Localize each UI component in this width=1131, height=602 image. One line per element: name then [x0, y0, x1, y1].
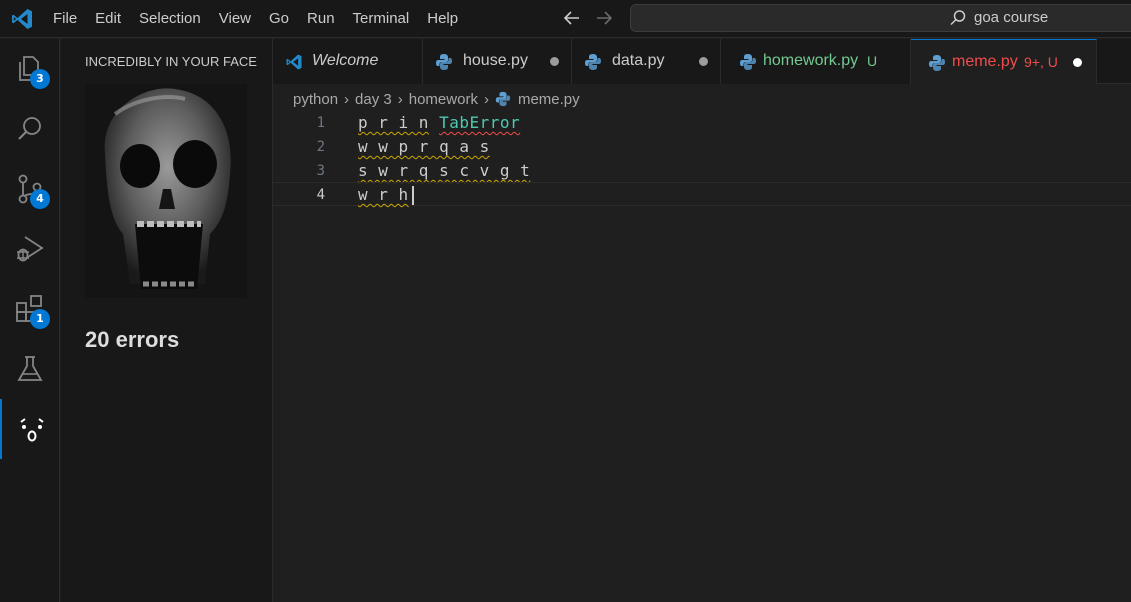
tab-meme-py[interactable]: meme.py 9+, U — [911, 39, 1097, 84]
sidebar: INCREDIBLY IN YOUR FACE 20 errors — [61, 39, 273, 602]
tab-data-py[interactable]: data.py — [572, 39, 721, 84]
flask-icon — [17, 356, 43, 381]
line-number: 1 — [316, 115, 325, 131]
testing-button[interactable] — [0, 339, 60, 399]
back-arrow-icon[interactable] — [561, 7, 583, 29]
python-icon — [929, 55, 945, 71]
tab-welcome[interactable]: Welcome — [273, 39, 423, 84]
code-editor[interactable]: 1 p r i n TabError 2 w w p r q a s 3 s w… — [273, 110, 1131, 602]
tab-label: house.py — [463, 52, 528, 69]
search-text: goa course — [974, 9, 1049, 26]
code-text[interactable]: s w r q s c v g t — [358, 159, 530, 183]
code-token-warning: s w r q s c v g t — [358, 161, 531, 180]
vscode-logo-icon[interactable] — [10, 7, 34, 31]
code-text[interactable]: w w p r q a s — [358, 135, 490, 159]
tab-label: homework.py — [763, 52, 859, 69]
breadcrumb-homework[interactable]: homework — [409, 91, 478, 108]
chevron-right-icon: › — [483, 90, 489, 108]
python-icon — [436, 54, 452, 70]
menu-run[interactable]: Run — [298, 0, 344, 38]
menu-view[interactable]: View — [210, 0, 260, 38]
title-bar: File Edit Selection View Go Run Terminal… — [0, 0, 1131, 38]
vscode-logo-icon — [286, 54, 302, 70]
meme-extension-button[interactable] — [0, 399, 60, 459]
run-debug-icon — [17, 236, 44, 262]
menu-selection[interactable]: Selection — [130, 0, 210, 38]
code-line[interactable]: 1 p r i n TabError — [273, 111, 1131, 135]
menu-help[interactable]: Help — [418, 0, 467, 38]
tab-house-py[interactable]: house.py — [423, 39, 572, 84]
text-cursor — [411, 186, 414, 205]
search-icon — [950, 10, 966, 26]
extensions-button[interactable]: 1 — [0, 279, 60, 339]
python-icon — [585, 54, 601, 70]
breadcrumb: python › day 3 › homework › meme.py — [293, 88, 580, 110]
magnifier-icon — [18, 117, 41, 140]
tab-problem-status: 9+, U — [1024, 54, 1058, 70]
source-control-button[interactable]: 4 — [0, 159, 60, 219]
code-text[interactable]: p r i n TabError — [358, 111, 520, 135]
editor-tabs: Welcome house.py data.py homework.py U m… — [273, 39, 1131, 84]
menu-go[interactable]: Go — [260, 0, 298, 38]
activity-bar: 3 4 1 — [0, 39, 60, 602]
code-token-error: TabError — [439, 113, 521, 132]
tab-label: data.py — [612, 52, 665, 69]
code-token-warning: w w p r q a s — [358, 137, 490, 156]
explorer-button[interactable]: 3 — [0, 39, 60, 99]
tab-git-status: U — [867, 53, 878, 69]
unsaved-dot-icon[interactable] — [1073, 58, 1082, 67]
search-button[interactable] — [0, 99, 60, 159]
tab-label: meme.py — [952, 53, 1018, 70]
python-icon — [740, 54, 756, 70]
menu-bar: File Edit Selection View Go Run Terminal… — [44, 0, 467, 38]
code-line[interactable]: 2 w w p r q a s — [273, 135, 1131, 159]
skull-image — [85, 84, 247, 298]
breadcrumb-python[interactable]: python — [293, 91, 338, 108]
breadcrumb-day-3[interactable]: day 3 — [355, 91, 392, 108]
errors-count: 20 errors — [85, 327, 180, 352]
tab-label: Welcome — [312, 52, 379, 69]
run-debug-button[interactable] — [0, 219, 60, 279]
unsaved-dot-icon[interactable] — [699, 57, 708, 66]
shocked-face-icon — [20, 418, 44, 442]
tab-homework-py[interactable]: homework.py U — [721, 39, 911, 84]
code-line[interactable]: 3 s w r q s c v g t — [273, 159, 1131, 183]
code-text[interactable]: w r h — [358, 183, 414, 207]
line-number: 4 — [316, 187, 325, 203]
menu-file[interactable]: File — [44, 0, 86, 38]
menu-edit[interactable]: Edit — [86, 0, 130, 38]
code-token-warning: w r h — [358, 185, 409, 204]
explorer-badge: 3 — [30, 69, 50, 89]
unsaved-dot-icon[interactable] — [550, 57, 559, 66]
extensions-badge: 1 — [30, 309, 50, 329]
code-token-warning: p r i n — [358, 113, 429, 132]
menu-terminal[interactable]: Terminal — [344, 0, 419, 38]
sidebar-title: INCREDIBLY IN YOUR FACE — [85, 54, 257, 69]
chevron-right-icon: › — [397, 90, 403, 108]
forward-arrow-icon[interactable] — [593, 7, 615, 29]
breadcrumb-meme-py[interactable]: meme.py — [518, 91, 580, 108]
line-number: 2 — [316, 139, 325, 155]
command-center-search[interactable]: goa course — [630, 4, 1131, 32]
line-number: 3 — [316, 163, 325, 179]
python-icon — [495, 91, 511, 107]
source-control-badge: 4 — [30, 189, 50, 209]
code-line-current[interactable]: 4 w r h — [273, 182, 1131, 206]
chevron-right-icon: › — [344, 90, 350, 108]
